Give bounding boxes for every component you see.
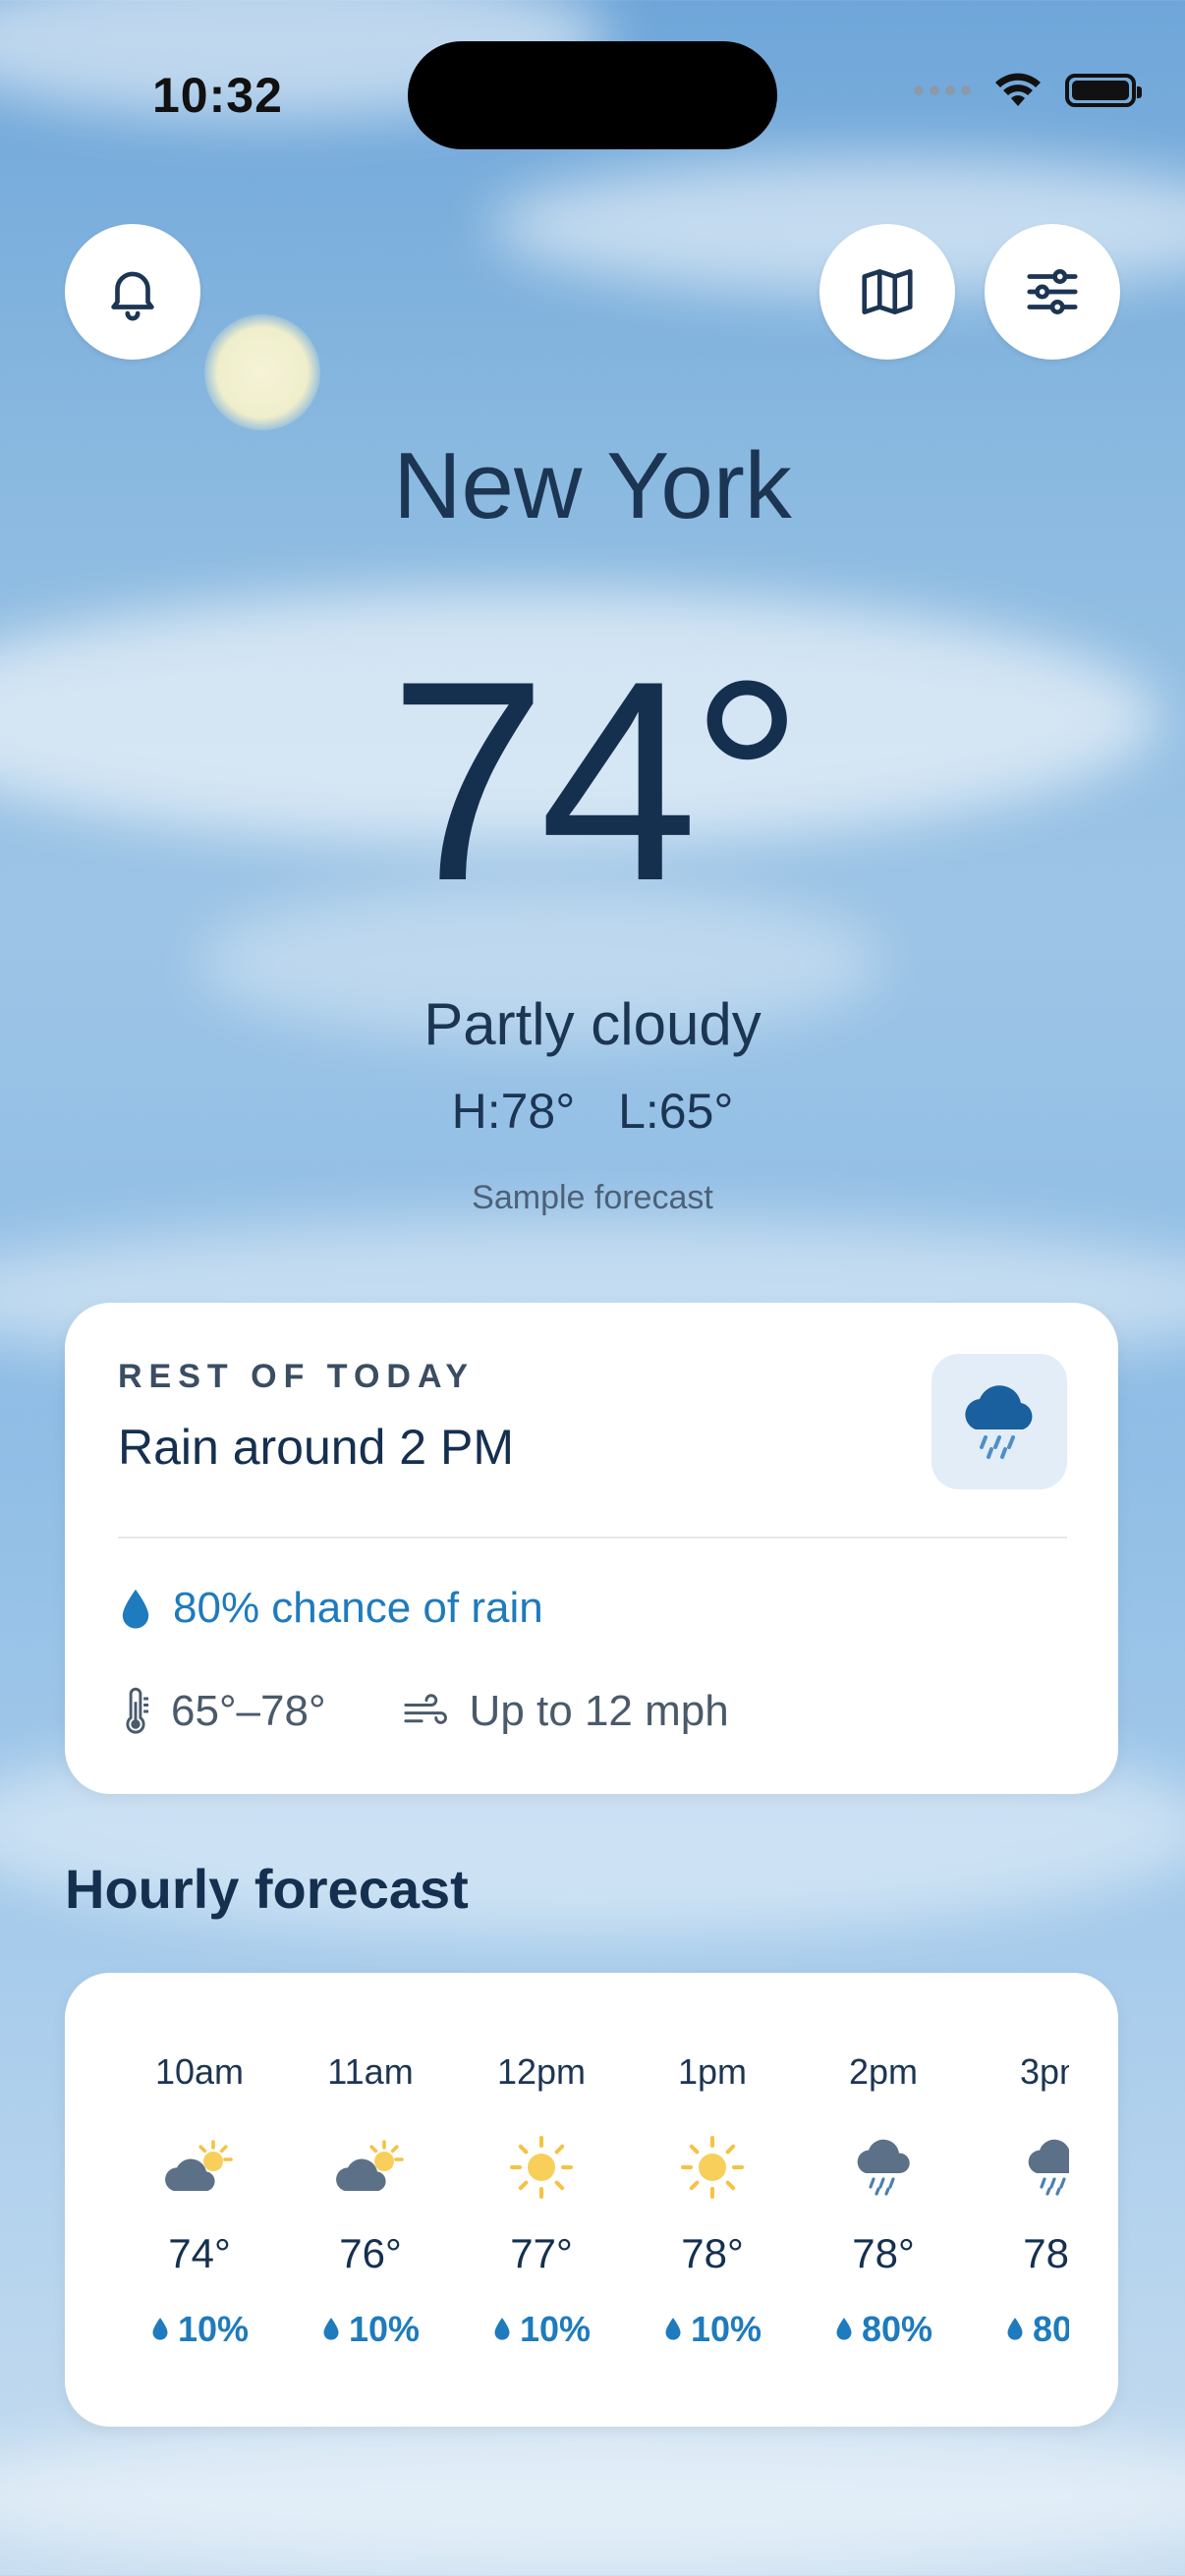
- hourly-item[interactable]: 12pm 77° 10%: [456, 1973, 627, 2427]
- hourly-item[interactable]: 2pm 78° 80%: [798, 1973, 969, 2427]
- high-low: H:78° L:65°: [451, 1084, 734, 1139]
- rain-percent: 10%: [690, 2309, 762, 2349]
- wind-text: Up to 12 mph: [469, 1687, 729, 1735]
- sun-icon: [627, 2130, 798, 2205]
- dynamic-island: [408, 41, 777, 149]
- forecast-note: Sample forecast: [472, 1179, 713, 1216]
- rest-of-today-card[interactable]: REST OF TODAY Rain around 2 PM 80% chanc…: [65, 1303, 1118, 1794]
- partly-cloudy-icon: [114, 2130, 285, 2205]
- raindrop-icon: [150, 2309, 170, 2350]
- hour-rain-chance: 10%: [285, 2309, 456, 2350]
- rain-percent: 10%: [519, 2309, 592, 2349]
- rain-cloud-icon: [965, 1385, 1033, 1459]
- map-icon: [862, 269, 913, 314]
- hourly-item[interactable]: 3pm 78° 80%: [969, 1973, 1069, 2427]
- hour-rain-chance: 80%: [969, 2309, 1069, 2350]
- sliders-icon: [1027, 269, 1078, 314]
- sun-icon: [456, 2130, 627, 2205]
- notifications-button[interactable]: [65, 224, 200, 360]
- hour-time: 10am: [154, 2051, 245, 2092]
- hourly-forecast-title: Hourly forecast: [65, 1858, 469, 1920]
- hour-temperature: 78°: [852, 2230, 915, 2276]
- hourly-list[interactable]: 10am 74° 10% 11am 76° 10% 12pm 77° 10% 1pm 78° 10% 2…: [114, 1973, 1069, 2427]
- wind-info: Up to 12 mph: [401, 1687, 729, 1736]
- raindrop-icon: [1005, 2309, 1025, 2350]
- raindrop-icon: [492, 2309, 512, 2350]
- raindrop-icon: [122, 1589, 149, 1629]
- hourly-forecast-card[interactable]: 10am 74° 10% 11am 76° 10% 12pm 77° 10% 1pm 78° 10% 2…: [65, 1973, 1118, 2427]
- condition-text: Partly cloudy: [423, 991, 762, 1057]
- rain-icon-tile: [931, 1354, 1067, 1489]
- hour-temperature: 74°: [168, 2230, 231, 2276]
- temperature-range: 65°–78°: [118, 1686, 326, 1737]
- hour-rain-chance: 10%: [456, 2309, 627, 2350]
- rain-percent: 10%: [348, 2309, 421, 2349]
- hour-rain-chance: 80%: [798, 2309, 969, 2350]
- card-title: Rain around 2 PM: [118, 1420, 515, 1475]
- range-text: 65°–78°: [171, 1687, 326, 1735]
- hour-rain-chance: 10%: [627, 2309, 798, 2350]
- hour-time: 11am: [327, 2051, 414, 2092]
- signal-dots-icon: [914, 85, 971, 95]
- rain-chance-text: 80% chance of rain: [173, 1584, 543, 1632]
- rain-percent: 10%: [177, 2309, 250, 2349]
- status-time: 10:32: [152, 68, 283, 123]
- partly-cloudy-icon: [285, 2130, 456, 2205]
- status-icons: [914, 71, 1142, 110]
- hour-rain-chance: 10%: [114, 2309, 285, 2350]
- wifi-icon: [995, 73, 1041, 106]
- hour-time: 1pm: [677, 2051, 748, 2092]
- sun-glow: [204, 314, 320, 430]
- hour-temperature: 77°: [510, 2230, 573, 2276]
- card-eyebrow: REST OF TODAY: [118, 1358, 476, 1395]
- map-button[interactable]: [819, 224, 955, 360]
- hour-time: 3pm: [1019, 2051, 1069, 2092]
- hourly-item[interactable]: 10am 74° 10%: [114, 1973, 285, 2427]
- meta-row: 65°–78° Up to 12 mph: [118, 1686, 729, 1737]
- city-name: New York: [393, 433, 792, 538]
- hour-temperature: 78°: [1023, 2230, 1069, 2276]
- battery-icon: [1065, 74, 1142, 107]
- hourly-item[interactable]: 1pm 78° 10%: [627, 1973, 798, 2427]
- raindrop-icon: [834, 2309, 854, 2350]
- hour-temperature: 78°: [681, 2230, 744, 2276]
- hour-temperature: 76°: [339, 2230, 402, 2276]
- hour-time: 12pm: [496, 2051, 587, 2092]
- current-temperature: 74°: [388, 622, 805, 940]
- settings-button[interactable]: [985, 224, 1120, 360]
- bell-icon: [111, 271, 154, 321]
- hourly-item[interactable]: 11am 76° 10%: [285, 1973, 456, 2427]
- card-divider: [118, 1537, 1067, 1539]
- hour-time: 2pm: [848, 2051, 919, 2092]
- raindrop-icon: [321, 2309, 341, 2350]
- rain-chance-row: 80% chance of rain: [118, 1584, 543, 1633]
- rain-cloud-icon: [798, 2130, 969, 2205]
- wind-icon: [403, 1694, 447, 1724]
- rain-cloud-icon: [969, 2130, 1069, 2205]
- rain-percent: 80%: [1032, 2309, 1069, 2349]
- thermometer-icon: [126, 1687, 148, 1734]
- rain-percent: 80%: [861, 2309, 933, 2349]
- raindrop-icon: [663, 2309, 683, 2350]
